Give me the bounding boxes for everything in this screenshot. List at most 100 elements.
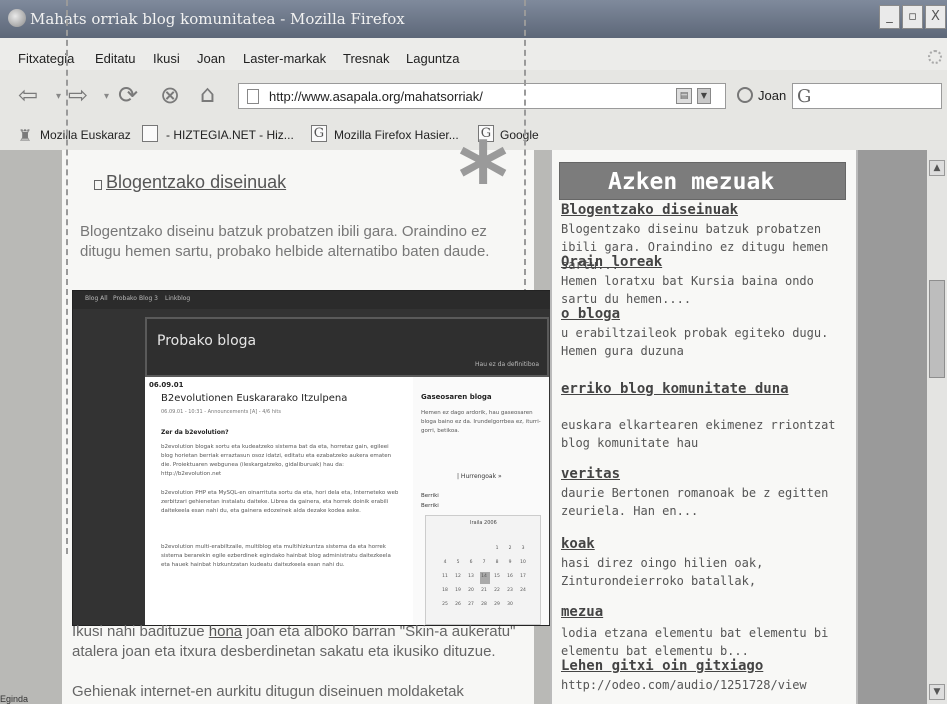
post-body: Blogentzako diseinu batzuk probatzen ibi… xyxy=(80,223,490,260)
post-body-continued: Ikusi nahi badituzue hona joan eta albok… xyxy=(72,622,518,662)
sidebar-post-title[interactable]: mezua xyxy=(561,604,603,620)
url-text[interactable]: http://www.asapala.org/mahatsorriak/ xyxy=(269,89,483,104)
firefox-icon xyxy=(8,9,26,27)
embedded-blog-screenshot: Blog All Probako Blog 3 Linkblog Probako… xyxy=(72,290,602,626)
screenshot-subtitle: Hau ez da definitiboa xyxy=(475,361,539,368)
calendar-day: 20 xyxy=(468,588,474,593)
page-bookmark-icon xyxy=(142,125,158,142)
back-dropdown-icon[interactable]: ▾ xyxy=(56,91,61,102)
calendar-day: 5 xyxy=(456,560,460,565)
screenshot-side-text: Hemen ez dago ardorik, hau gaseosaren bl… xyxy=(421,410,541,434)
sidebar-post-title[interactable]: Orain loreak xyxy=(561,254,662,270)
menu-bar xyxy=(0,38,947,70)
calendar-day: 1 xyxy=(495,546,499,551)
menu-go[interactable]: Joan xyxy=(197,51,225,66)
google-search-icon: G xyxy=(797,86,812,107)
post-title-link[interactable]: Blogentzako diseinuak xyxy=(106,172,286,193)
go-button[interactable]: Joan xyxy=(758,88,786,103)
sidebar-post-title[interactable]: Blogentzako diseinuak xyxy=(561,202,738,218)
screenshot-side-link: Berriki xyxy=(421,493,439,499)
calendar-day: 19 xyxy=(455,588,461,593)
mozilla-bookmark-icon: ♜ xyxy=(18,126,33,145)
post-icon xyxy=(94,180,102,190)
forward-dropdown-icon[interactable]: ▾ xyxy=(104,91,109,102)
url-bar[interactable]: http://www.asapala.org/mahatsorriak/ xyxy=(238,83,726,109)
forward-icon[interactable]: ⇨ xyxy=(68,83,88,107)
home-icon[interactable]: ⌂ xyxy=(200,82,215,106)
screenshot-post-title: B2evolutionen Euskararako Itzulpena xyxy=(161,393,348,404)
sidebar-post-title[interactable]: Lehen gitxi oin gitxiago xyxy=(561,658,763,674)
calendar-day: 7 xyxy=(482,560,486,565)
search-box[interactable]: G xyxy=(792,83,942,109)
sidebar-post-excerpt: http://odeo.com/audio/1251728/view xyxy=(561,678,807,692)
calendar-day: 25 xyxy=(442,602,448,607)
bookmark-mozilla-euskaraz[interactable]: Mozilla Euskaraz xyxy=(40,128,131,142)
sidebar-post-excerpt: u erabiltzaileok probak egiteko dugu. He… xyxy=(561,326,829,358)
back-icon[interactable]: ⇦ xyxy=(18,83,38,107)
vertical-scrollbar[interactable] xyxy=(927,150,947,704)
stop-icon[interactable]: ⊗ xyxy=(160,83,180,107)
calendar-day: 2 xyxy=(508,546,512,551)
screenshot-sidebar: Gaseosaren bloga Hemen ez dago ardorik, … xyxy=(413,377,549,625)
calendar-day: 21 xyxy=(481,588,487,593)
calendar-day: 16 xyxy=(507,574,513,579)
reload-icon[interactable]: ⟳ xyxy=(118,83,138,107)
calendar-day: 12 xyxy=(455,574,461,579)
screenshot-paragraph: b2evolution multi-erabiltzaile, multiblo… xyxy=(161,544,391,568)
screenshot-paragraph: b2evolution PHP eta MySQL-en oinarritutа… xyxy=(161,490,399,514)
maximize-button[interactable]: ▫ xyxy=(902,5,923,29)
right-margin xyxy=(858,150,927,704)
window-title: Mahats orriak blog komunitatea - Mozilla… xyxy=(30,10,405,28)
calendar-day: 22 xyxy=(494,588,500,593)
sidebar-post-title[interactable]: o bloga xyxy=(561,306,620,322)
minimize-button[interactable]: _ xyxy=(879,5,900,29)
hona-link[interactable]: hona xyxy=(209,623,242,640)
sidebar-post-excerpt: daurie Bertonen romanoak be z egitten ze… xyxy=(561,486,829,518)
close-button[interactable]: X xyxy=(925,5,946,29)
screenshot-hurrengoak: | Hurrengoak » xyxy=(457,473,502,480)
screenshot-side-title: Gaseosaren bloga xyxy=(421,393,492,401)
screenshot-nav-item: Probako xyxy=(113,295,137,302)
screenshot-nav-item: Linkblog xyxy=(165,295,191,302)
sidebar-post-title[interactable]: koak xyxy=(561,536,595,552)
bookmark-hiztegia[interactable]: - HIZTEGIA.NET - Hiz... xyxy=(166,128,294,142)
menu-bookmarks[interactable]: Laster-markak xyxy=(243,51,326,66)
menu-edit[interactable]: Editatu xyxy=(95,51,135,66)
scroll-thumb[interactable] xyxy=(929,280,945,378)
calendar-day: 10 xyxy=(520,560,526,565)
sidebar-post-title[interactable]: erriko blog komunitate duna xyxy=(561,380,791,398)
sidebar-post-title[interactable]: veritas xyxy=(561,466,620,482)
screenshot-calendar: Iraila 2006 1 2 3 4 5 6 7 8 9 10 11 12 13 14 15 16 17 18 1… xyxy=(425,515,541,625)
screenshot-blog-title: Probako bloga xyxy=(157,333,257,349)
calendar-day: 24 xyxy=(520,588,526,593)
calendar-day: 28 xyxy=(481,602,487,607)
screenshot-nav: Blog All Probako Blog 3 Linkblog xyxy=(73,291,601,309)
post-body-last: Gehienak internet-en aurkitu ditugun dis… xyxy=(72,683,464,700)
screenshot-side-link: Berriki xyxy=(421,503,439,509)
calendar-day: 30 xyxy=(507,602,513,607)
sidebar-post-excerpt: Hemen loratxu bat Kursia baina ondo sart… xyxy=(561,274,814,306)
throbber-icon xyxy=(928,50,942,64)
calendar-day: 17 xyxy=(520,574,526,579)
screenshot-date: 06.09.01 xyxy=(149,381,184,389)
go-icon[interactable] xyxy=(737,87,753,103)
screenshot-paragraph: b2evolution blogak sortu eta kudeatzeko … xyxy=(161,444,392,477)
menu-help[interactable]: Laguntza xyxy=(406,51,460,66)
google-bookmark-icon: G xyxy=(311,125,327,142)
calendar-day: 13 xyxy=(468,574,474,579)
page-icon xyxy=(247,89,259,104)
menu-view[interactable]: Ikusi xyxy=(153,51,180,66)
calendar-day: 6 xyxy=(469,560,473,565)
rss-icon[interactable]: ▤ xyxy=(676,88,692,104)
sidebar-title: Azken mezuak xyxy=(608,169,775,195)
menu-tools[interactable]: Tresnak xyxy=(343,51,389,66)
scroll-down-icon[interactable]: ▼ xyxy=(929,684,945,700)
url-dropdown-icon[interactable]: ▼ xyxy=(697,88,711,104)
sidebar-post-excerpt: lodia etzana elementu bat elementu bi el… xyxy=(561,626,829,658)
sidebar-header: Azken mezuak xyxy=(559,162,846,200)
screenshot-heading: Zer da b2evolution? xyxy=(161,429,229,436)
scroll-up-icon[interactable]: ▲ xyxy=(929,160,945,176)
post-text: Ikusi nahi badituzue xyxy=(72,623,209,640)
bookmark-firefox-hasiera[interactable]: Mozilla Firefox Hasier... xyxy=(334,128,459,142)
sidebar-post-excerpt: euskara elkartearen ekimenez rriontzat b… xyxy=(561,418,836,450)
